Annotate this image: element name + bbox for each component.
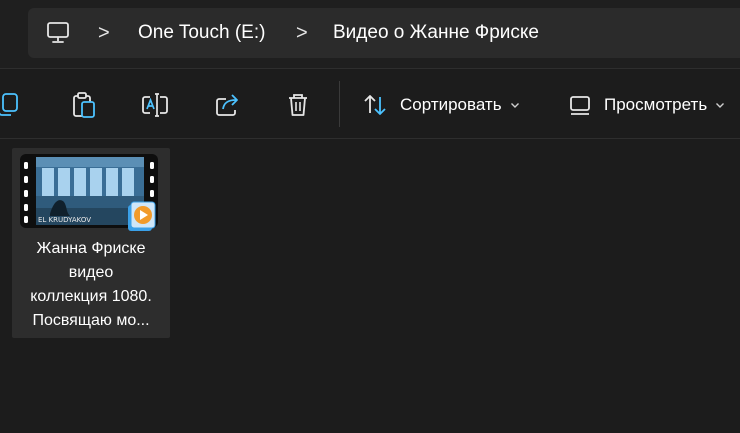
breadcrumb-folder[interactable]: Видео о Жанне Фриске: [333, 8, 539, 58]
sort-icon: [364, 95, 386, 115]
view-icon: [570, 96, 590, 115]
chevron-down-icon: [510, 103, 519, 108]
breadcrumb-separator[interactable]: >: [296, 8, 308, 58]
file-name-line: Посвящаю мо...: [32, 312, 150, 329]
view-button[interactable]: Просмотреть: [568, 89, 725, 121]
paste-icon[interactable]: [70, 91, 98, 119]
chevron-down-icon: [716, 103, 725, 108]
address-bar-area: > One Touch (E:) > Видео о Жанне Фриске: [0, 0, 740, 68]
file-tile[interactable]: EL KRUDYAKOV Жанна Фриске видео коллекци…: [12, 148, 170, 338]
monitor-icon[interactable]: [46, 8, 70, 58]
toolbar-separator: [339, 81, 340, 127]
view-label: Просмотреть: [604, 95, 708, 114]
share-icon[interactable]: [214, 91, 242, 119]
media-player-icon: [126, 200, 158, 234]
command-bar: Сортировать Просмотреть: [0, 69, 740, 139]
thumbnail-caption: EL KRUDYAKOV: [38, 216, 91, 224]
file-name-line: коллекция 1080.: [30, 288, 152, 305]
file-name: Жанна Фриске видео коллекция 1080. Посвя…: [16, 237, 166, 333]
rename-icon[interactable]: [141, 91, 169, 119]
address-bar[interactable]: > One Touch (E:) > Видео о Жанне Фриске: [28, 8, 740, 58]
divider: [0, 138, 740, 139]
copy-icon[interactable]: [0, 91, 22, 119]
breadcrumb-drive[interactable]: One Touch (E:): [138, 8, 265, 58]
sort-button[interactable]: Сортировать: [362, 89, 520, 121]
breadcrumb-separator[interactable]: >: [98, 8, 110, 58]
file-name-line: Жанна Фриске: [36, 240, 146, 257]
sort-label: Сортировать: [400, 95, 502, 114]
file-name-line: видео: [68, 264, 114, 281]
delete-icon[interactable]: [284, 91, 312, 119]
